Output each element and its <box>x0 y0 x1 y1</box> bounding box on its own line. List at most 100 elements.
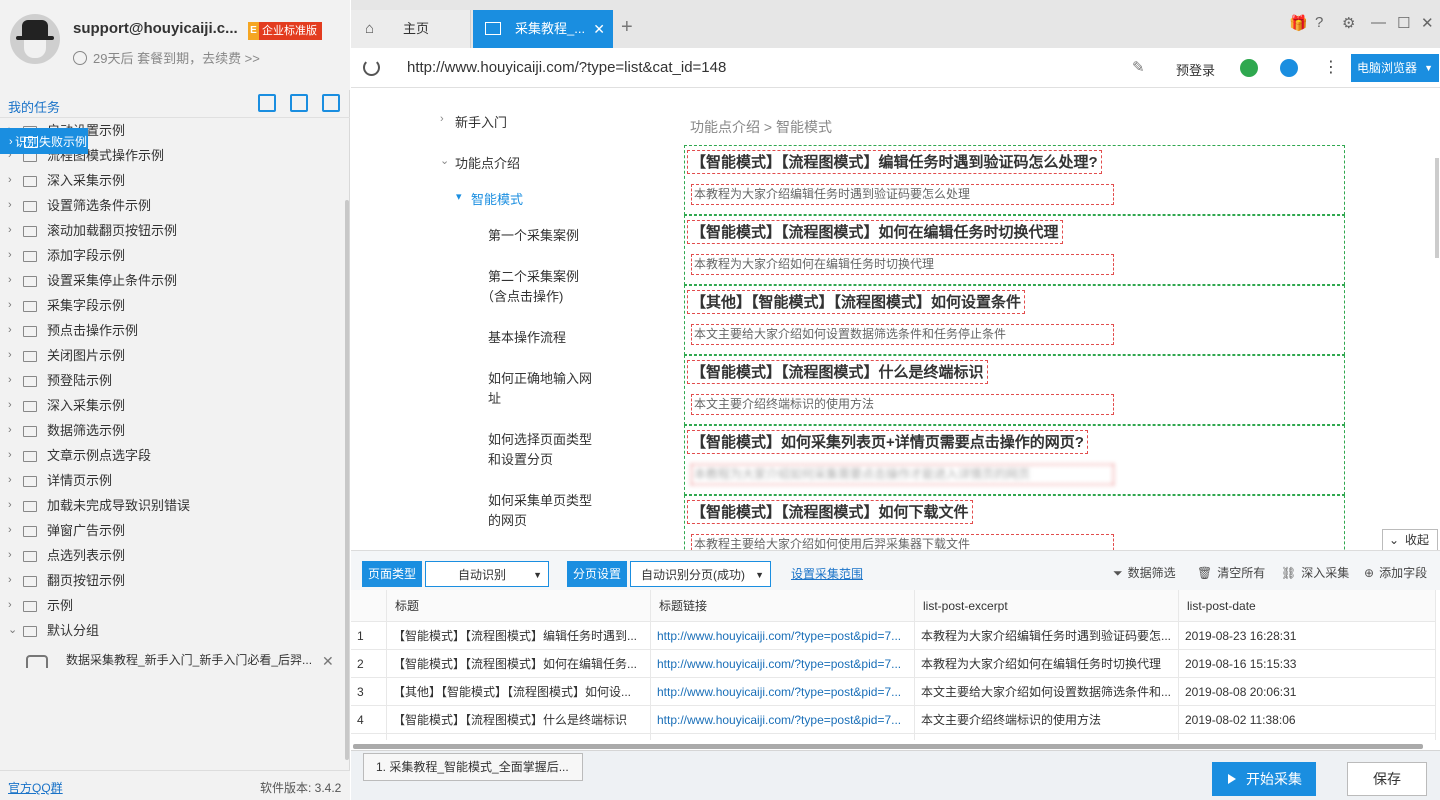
prelogin-button[interactable]: 预登录 <box>1176 60 1215 79</box>
expire-link[interactable]: 29天后 套餐到期，去续费 >> <box>73 48 260 67</box>
category-nav-item[interactable]: 址 <box>488 388 501 407</box>
task-folder-item[interactable]: › 数据筛选示例 <box>0 418 350 443</box>
article-title[interactable]: 【智能模式】【流程图模式】编辑任务时遇到验证码怎么处理? <box>687 150 1102 174</box>
tab-home[interactable]: ⌂ 主页 <box>351 10 471 48</box>
start-button[interactable]: 开始采集 <box>1212 762 1316 796</box>
left-scrollbar[interactable] <box>345 200 349 760</box>
chevron-right-icon[interactable]: › <box>8 493 12 518</box>
table-row[interactable]: 2 【智能模式】【流程图模式】如何在编辑任务... http://www.houyi… <box>351 650 1436 678</box>
category-nav-item[interactable]: 如何正确地输入网 <box>488 368 592 387</box>
maximize-icon[interactable]: ☐ <box>1397 14 1410 32</box>
table-cell[interactable]: 2019-08-02 11:38:06 <box>1179 706 1436 734</box>
task-folder-item[interactable]: › 关闭图片示例 <box>0 343 350 368</box>
import-icon[interactable] <box>258 94 276 112</box>
chevron-right-icon[interactable]: › <box>8 168 12 193</box>
category-nav-item[interactable]: 智能模式 <box>471 189 523 208</box>
task-job-item[interactable]: 数据采集教程_新手入门_新手入门必看_后羿...数据条数：02019-09-03… <box>0 643 350 668</box>
paging-select[interactable]: 自动识别分页(成功) ▼ <box>630 561 771 587</box>
minimize-icon[interactable]: — <box>1371 14 1386 31</box>
chevron-right-icon[interactable]: › <box>8 268 12 293</box>
table-cell[interactable]: 本教程为大家介绍如何采集需要点击操作... <box>915 734 1179 740</box>
chevron-right-icon[interactable]: › <box>8 243 12 268</box>
task-folder-item[interactable]: › 深入采集示例 <box>0 168 350 193</box>
category-nav-item[interactable]: 如何采集单页类型 <box>488 490 592 509</box>
category-nav-item[interactable]: （含点击操作) <box>481 286 563 305</box>
new-task-icon[interactable] <box>290 94 308 112</box>
chevron-icon[interactable]: › <box>440 113 444 125</box>
table-row[interactable]: 4 【智能模式】【流程图模式】什么是终端标识 http://www.houyicai… <box>351 706 1436 734</box>
close-icon[interactable]: ✕ <box>1421 14 1434 32</box>
table-cell[interactable]: 4 <box>351 706 387 734</box>
task-folder-item[interactable]: › 深入采集示例 <box>0 393 350 418</box>
chevron-icon[interactable]: ▾ <box>456 190 462 203</box>
task-folder-item[interactable]: › 预点击操作示例 <box>0 318 350 343</box>
grid-header-cell[interactable]: 标题 <box>387 590 651 622</box>
table-cell[interactable]: 5 <box>351 734 387 740</box>
settings-icon[interactable]: ⚙ <box>1342 14 1355 32</box>
table-cell[interactable]: 【智能模式】【流程图模式】如何在编辑任务... <box>387 650 651 678</box>
clear-all-button[interactable]: 🗑 清空所有 <box>1197 564 1265 581</box>
article-title[interactable]: 【智能模式】【流程图模式】如何在编辑任务时切换代理 <box>687 220 1063 244</box>
category-nav-item[interactable]: 功能点介绍 <box>455 153 520 172</box>
task-folder-item[interactable]: › 预登陆示例 <box>0 368 350 393</box>
save-button[interactable]: 保存 <box>1347 762 1427 796</box>
chevron-right-icon[interactable]: › <box>8 518 12 543</box>
task-folder-item[interactable]: › 详情页示例 <box>0 468 350 493</box>
add-field-button[interactable]: ⊕ 添加字段 <box>1364 564 1427 581</box>
close-icon[interactable]: ✕ <box>322 653 334 668</box>
category-nav-item[interactable]: 基本操作流程 <box>488 327 566 346</box>
chevron-right-icon[interactable]: › <box>8 343 12 368</box>
grid-header-cell[interactable]: 标题链接 <box>651 590 915 622</box>
search-task-icon[interactable] <box>322 94 340 112</box>
chevron-right-icon[interactable]: › <box>8 293 12 318</box>
url-input[interactable]: http://www.houyicaiji.com/?type=list&cat… <box>407 59 726 76</box>
chevron-right-icon[interactable]: › <box>8 593 12 618</box>
task-folder-item[interactable]: › 翻页按钮示例 <box>0 568 350 593</box>
chevron-right-icon[interactable]: › <box>8 368 12 393</box>
category-nav-item[interactable]: 新手入门 <box>455 112 507 131</box>
chevron-right-icon[interactable]: ⌄ <box>8 618 17 643</box>
chevron-right-icon[interactable]: › <box>8 393 12 418</box>
table-row[interactable]: 1 【智能模式】【流程图模式】编辑任务时遇到... http://www.houyi… <box>351 622 1436 650</box>
task-folder-item[interactable]: › 弹窗广告示例 <box>0 518 350 543</box>
category-nav-item[interactable]: 的网页 <box>488 510 527 529</box>
table-cell[interactable]: http://www.houyicaiji.com/?type=post&pid… <box>651 622 915 650</box>
edit-url-icon[interactable]: ✎ <box>1132 58 1145 76</box>
category-nav-item[interactable]: 第二个采集案例 <box>488 266 579 285</box>
table-cell[interactable]: 2 <box>351 650 387 678</box>
task-folder-item[interactable]: › 识别失败示例 <box>0 128 89 154</box>
job-tab[interactable]: 1. 采集教程_智能模式_全面掌握后... <box>363 753 583 781</box>
article-title[interactable]: 【智能模式】【流程图模式】什么是终端标识 <box>687 360 988 384</box>
chevron-right-icon[interactable]: › <box>8 193 12 218</box>
grid-header-cell[interactable] <box>351 590 387 622</box>
table-cell[interactable]: 【其他】【智能模式】【流程图模式】如何设... <box>387 678 651 706</box>
grid-header-cell[interactable]: list-post-excerpt <box>915 590 1179 622</box>
proxy-icon[interactable] <box>1240 59 1258 77</box>
table-cell[interactable]: http://www.houyicaiji.com/?type=post&pid… <box>651 734 915 740</box>
grid-header-cell[interactable]: list-post-date <box>1179 590 1436 622</box>
task-folder-item[interactable]: › 设置采集停止条件示例 <box>0 268 350 293</box>
table-row[interactable]: 3 【其他】【智能模式】【流程图模式】如何设... http://www.houyi… <box>351 678 1436 706</box>
table-cell[interactable]: 本教程为大家介绍如何在编辑任务时切换代理 <box>915 650 1179 678</box>
filter-button[interactable]: ⏷ 数据筛选 <box>1113 564 1176 581</box>
collapse-button[interactable]: ⌄ 收起 <box>1382 529 1438 550</box>
chevron-right-icon[interactable]: › <box>8 218 12 243</box>
chevron-icon[interactable]: ⌄ <box>440 154 449 167</box>
table-cell[interactable]: 本文主要给大家介绍如何设置数据筛选条件和... <box>915 678 1179 706</box>
grid-horizontal-scrollbar[interactable] <box>353 744 1423 749</box>
chevron-right-icon[interactable]: › <box>8 543 12 568</box>
table-cell[interactable]: 1 <box>351 622 387 650</box>
table-cell[interactable]: 本文主要介绍终端标识的使用方法 <box>915 706 1179 734</box>
task-folder-item[interactable]: › 示例 <box>0 593 350 618</box>
table-cell[interactable]: 2019-08-23 16:28:31 <box>1179 622 1436 650</box>
avatar[interactable] <box>10 14 60 64</box>
task-folder-item[interactable]: › 添加字段示例 <box>0 243 350 268</box>
task-folder-item[interactable]: › 加载未完成导致识别错误 <box>0 493 350 518</box>
category-nav-item[interactable]: 如何选择页面类型 <box>488 429 592 448</box>
set-range-link[interactable]: 设置采集范围 <box>791 565 863 582</box>
gift-icon[interactable]: 🎁 <box>1289 14 1308 32</box>
table-cell[interactable]: 【智能模式】【流程图模式】编辑任务时遇到... <box>387 622 651 650</box>
category-nav-item[interactable]: 和设置分页 <box>488 449 553 468</box>
table-cell[interactable]: 2019-08-16 15:15:33 <box>1179 650 1436 678</box>
article-title[interactable]: 【智能模式】如何采集列表页+详情页需要点击操作的网页? <box>687 430 1088 454</box>
